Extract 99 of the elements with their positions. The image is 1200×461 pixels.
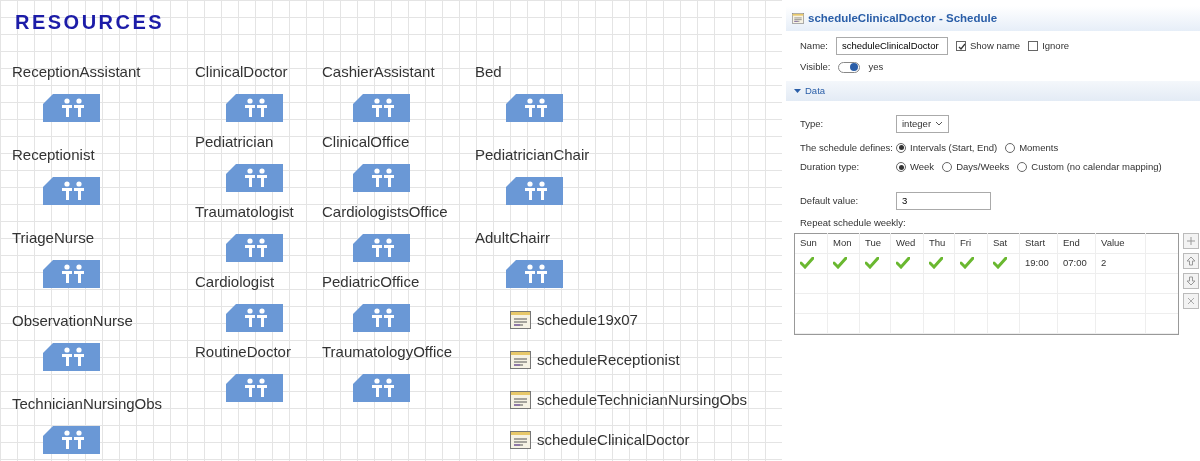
move-up-icon <box>1186 255 1196 266</box>
people-icon[interactable] <box>353 164 410 192</box>
column-header: Thu <box>924 233 955 253</box>
schedule-label: schedule19x07 <box>537 310 638 330</box>
resource-label: Bed <box>475 62 502 82</box>
people-icon[interactable] <box>226 234 283 262</box>
resource-label: RoutineDoctor <box>195 342 291 362</box>
section-header[interactable]: Data <box>786 80 1200 101</box>
radio-button[interactable]: Custom (no calendar mapping) <box>1017 160 1162 175</box>
checkmark-icon[interactable] <box>865 257 879 269</box>
resource-label: AdultChairr <box>475 228 551 248</box>
people-icon[interactable] <box>43 343 100 371</box>
resource-label: ObservationNurse <box>12 311 133 331</box>
checkmark-icon[interactable] <box>960 257 974 269</box>
column-header: Fri <box>955 233 988 253</box>
resource-label: TechnicianNursingObs <box>12 394 163 414</box>
resource-label: CardiologistsOffice <box>322 202 448 222</box>
check-icon <box>957 42 965 51</box>
section-title: Data <box>805 83 826 98</box>
people-icon[interactable] <box>353 234 410 262</box>
table-cell-text: 19:00 <box>1025 255 1049 270</box>
resource-label: ReceptionAssistant <box>12 62 141 82</box>
resource-label: Traumatologist <box>195 202 294 222</box>
delete-button[interactable] <box>1183 292 1199 309</box>
resource-label: ClinicalDoctor <box>195 62 288 82</box>
type-dropdown[interactable]: integer <box>896 114 950 133</box>
radio-button[interactable]: Intervals (Start, End) <box>896 140 998 155</box>
column-header: Wed <box>891 233 924 253</box>
field-label: Type: <box>800 116 825 131</box>
resource-label: TriageNurse <box>12 228 94 248</box>
column-header: Sat <box>988 233 1020 253</box>
people-icon[interactable] <box>506 94 563 122</box>
field-label: Duration type: <box>800 160 861 174</box>
checkmark-icon[interactable] <box>929 257 943 269</box>
checkmark-icon[interactable] <box>896 257 910 269</box>
resource-label: PediatricOffice <box>322 272 420 292</box>
column-header: Sun <box>795 233 828 253</box>
checkmark-icon[interactable] <box>833 257 847 269</box>
schedule-icon[interactable] <box>510 391 531 409</box>
schedule-icon <box>792 13 804 25</box>
people-icon[interactable] <box>43 260 100 288</box>
toggle-label: yes <box>868 60 884 75</box>
column-header: Value <box>1096 233 1146 253</box>
people-icon[interactable] <box>353 304 410 332</box>
schedule-icon[interactable] <box>510 351 531 369</box>
table-cell-text: 2 <box>1101 255 1107 270</box>
people-icon[interactable] <box>43 177 100 205</box>
schedule-icon[interactable] <box>510 311 531 329</box>
column-header: Start <box>1020 233 1058 253</box>
field-label: Repeat schedule weekly: <box>800 216 906 231</box>
schedule-label: scheduleReceptionist <box>537 350 680 370</box>
delete-icon <box>1186 295 1196 306</box>
move-down-button[interactable] <box>1183 272 1199 289</box>
resource-label: PediatricianChair <box>475 145 590 165</box>
field-label: The schedule defines: <box>800 140 894 155</box>
diagram-title: RESOURCES <box>15 10 165 34</box>
schedule-icon[interactable] <box>510 431 531 449</box>
people-icon[interactable] <box>226 94 283 122</box>
checkmark-icon[interactable] <box>800 257 814 269</box>
people-icon[interactable] <box>226 374 283 402</box>
people-icon[interactable] <box>226 304 283 332</box>
radio-button[interactable]: Moments <box>1005 140 1059 155</box>
add-button[interactable] <box>1183 232 1199 249</box>
chevron-icon <box>935 120 944 127</box>
toggle-switch[interactable] <box>838 61 861 73</box>
move-up-button[interactable] <box>1183 252 1199 269</box>
schedule-label: scheduleClinicalDoctor <box>537 430 690 450</box>
people-icon[interactable] <box>353 374 410 402</box>
resource-label: TraumatologyOffice <box>322 342 453 362</box>
field-label: Default value: <box>800 194 860 209</box>
column-header: Mon <box>828 233 860 253</box>
field-label: Visible: <box>800 60 831 75</box>
people-icon[interactable] <box>43 426 100 454</box>
people-icon[interactable] <box>353 94 410 122</box>
people-icon[interactable] <box>226 164 283 192</box>
resource-label: ClinicalOffice <box>322 132 410 152</box>
radio-button[interactable]: Week <box>896 160 935 175</box>
caret-icon[interactable] <box>794 87 801 94</box>
checkmark-icon[interactable] <box>993 257 1007 269</box>
panel-title: scheduleClinicalDoctor - Schedule <box>808 11 998 26</box>
field-label: Name: <box>800 39 828 54</box>
checkbox[interactable]: Show name <box>956 39 1021 54</box>
people-icon[interactable] <box>506 260 563 288</box>
table-cell-text: 07:00 <box>1063 255 1087 270</box>
people-icon[interactable] <box>506 177 563 205</box>
resource-label: Cardiologist <box>195 272 275 292</box>
schedule-label: scheduleTechnicianNursingObs <box>537 390 748 410</box>
column-header: End <box>1058 233 1096 253</box>
resource-label: Receptionist <box>12 145 95 165</box>
checkbox[interactable]: Ignore <box>1028 39 1070 54</box>
name-field[interactable]: scheduleClinicalDoctor <box>836 37 948 56</box>
resource-label: CashierAssistant <box>322 62 435 82</box>
column-header: Tue <box>860 233 891 253</box>
resource-label: Pediatrician <box>195 132 274 152</box>
radio-button[interactable]: Days/Weeks <box>942 160 1010 175</box>
people-icon[interactable] <box>43 94 100 122</box>
default-value-field[interactable]: 3 <box>896 192 991 211</box>
add-icon <box>1186 235 1196 246</box>
move-down-icon <box>1186 275 1196 286</box>
